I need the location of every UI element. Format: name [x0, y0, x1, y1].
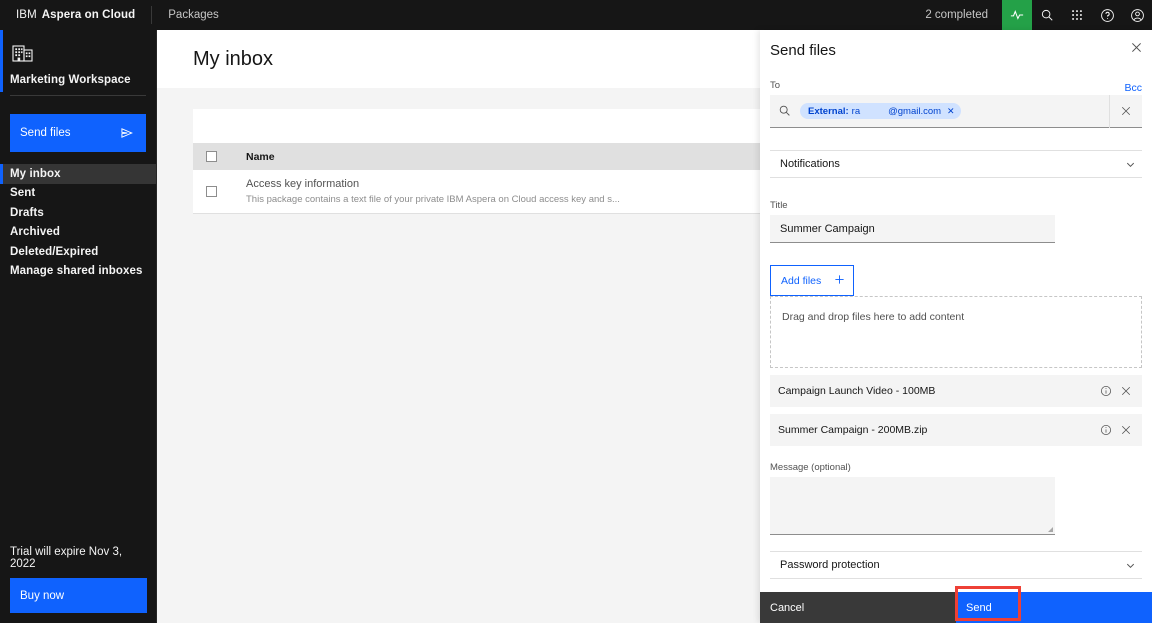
- send-files-button[interactable]: Send files: [10, 114, 146, 152]
- trial-expiry-text: Trial will expire Nov 3, 2022: [10, 546, 123, 570]
- sidebar-nav-list: My inbox Sent Drafts Archived Deleted/Ex…: [0, 164, 156, 281]
- sidebar: Marketing Workspace Send files My inbox …: [0, 30, 157, 623]
- recipient-value-start: ra: [851, 105, 861, 117]
- send-paper-plane-icon: [120, 126, 134, 140]
- send-files-label: Send files: [20, 127, 71, 139]
- sidebar-item-label: Deleted/Expired: [10, 245, 99, 258]
- select-all-cell: [193, 151, 229, 162]
- account-icon[interactable]: [1122, 0, 1152, 30]
- search-icon: [778, 104, 792, 118]
- sidebar-item-deleted-expired[interactable]: Deleted/Expired: [0, 242, 156, 262]
- add-files-button[interactable]: Add files: [770, 265, 854, 296]
- page-title: My inbox: [193, 47, 274, 70]
- send-button[interactable]: Send: [956, 592, 1152, 623]
- sidebar-item-label: Archived: [10, 226, 61, 239]
- file-dropzone[interactable]: Drag and drop files here to add content: [770, 296, 1142, 368]
- buy-now-button[interactable]: Buy now: [10, 578, 147, 613]
- sidebar-item-drafts[interactable]: Drafts: [0, 203, 156, 223]
- info-icon[interactable]: [1096, 385, 1116, 397]
- bcc-button[interactable]: Bcc: [1124, 82, 1142, 94]
- workspace-header[interactable]: Marketing Workspace: [0, 30, 156, 104]
- row-checkbox[interactable]: [205, 186, 217, 197]
- row-name-cell: Access key information This package cont…: [246, 177, 768, 206]
- search-icon[interactable]: [1032, 0, 1062, 30]
- file-name: Summer Campaign - 200MB.zip: [778, 424, 928, 436]
- sidebar-item-label: Sent: [10, 187, 36, 200]
- sidebar-item-label: Drafts: [10, 206, 44, 219]
- sidebar-item-manage-shared-inboxes[interactable]: Manage shared inboxes: [0, 262, 156, 282]
- package-name: Access key information: [246, 177, 360, 190]
- remove-file-icon[interactable]: [1116, 425, 1136, 435]
- recipients-input[interactable]: External: ra @gmail.com ✕: [770, 94, 1142, 128]
- enterprise-building-icon: [10, 40, 36, 66]
- brand-ibm: IBM: [16, 9, 37, 21]
- add-files-label: Add files: [781, 274, 822, 287]
- recipient-prefix: External:: [808, 105, 849, 117]
- unread-indicator-cell: [229, 183, 246, 201]
- chevron-down-icon: [1125, 159, 1136, 170]
- workspace-name: Marketing Workspace: [10, 74, 131, 86]
- title-input[interactable]: Summer Campaign: [770, 215, 1055, 243]
- notifications-accordion[interactable]: Notifications: [770, 150, 1142, 178]
- recipient-value-end: @gmail.com: [888, 105, 942, 117]
- app-switcher-icon[interactable]: [1062, 0, 1092, 30]
- chevron-down-icon: [1125, 560, 1136, 571]
- message-textarea[interactable]: [770, 477, 1055, 535]
- to-row: To Bcc: [770, 80, 1142, 95]
- redaction-block: [861, 108, 888, 116]
- file-name: Campaign Launch Video - 100MB: [778, 385, 936, 397]
- password-protection-label: Password protection: [780, 559, 880, 571]
- send-files-panel: Send files To Bcc External: ra @gmail.co…: [760, 30, 1152, 623]
- sidebar-item-my-inbox[interactable]: My inbox: [0, 164, 156, 184]
- row-select-cell: [193, 186, 229, 197]
- message-label: Message (optional): [770, 462, 851, 473]
- close-icon[interactable]: ✕: [947, 106, 955, 117]
- panel-header: Send files: [760, 30, 1152, 70]
- brand-logo[interactable]: IBM Aspera on Cloud: [0, 0, 151, 30]
- sidebar-item-sent[interactable]: Sent: [0, 184, 156, 204]
- select-all-checkbox[interactable]: [205, 151, 217, 162]
- help-icon[interactable]: [1092, 0, 1122, 30]
- to-label: To: [770, 80, 781, 91]
- transfers-completed-count: 2 completed: [925, 9, 988, 21]
- sidebar-item-label: My inbox: [10, 167, 61, 180]
- column-header-name[interactable]: Name: [246, 151, 768, 163]
- clear-recipients-button[interactable]: [1109, 94, 1142, 128]
- info-icon[interactable]: [1096, 424, 1116, 436]
- title-label: Title: [770, 200, 788, 211]
- sidebar-item-archived[interactable]: Archived: [0, 223, 156, 243]
- cancel-button[interactable]: Cancel: [760, 592, 956, 623]
- remove-file-icon[interactable]: [1116, 386, 1136, 396]
- sidebar-divider: [10, 95, 146, 96]
- trial-section: Trial will expire Nov 3, 2022 Buy now: [0, 546, 157, 623]
- activity-icon[interactable]: [1002, 0, 1032, 30]
- panel-body: To Bcc External: ra @gmail.com ✕ Notific…: [760, 70, 1152, 592]
- panel-title: Send files: [770, 41, 836, 59]
- close-icon[interactable]: [1128, 39, 1144, 55]
- package-description: This package contains a text file of you…: [246, 193, 620, 205]
- plus-icon: [834, 274, 845, 288]
- nav-packages[interactable]: Packages: [152, 0, 235, 30]
- password-protection-accordion[interactable]: Password protection: [770, 551, 1142, 579]
- recipient-chip[interactable]: External: ra @gmail.com ✕: [800, 103, 961, 119]
- file-list-item: Summer Campaign - 200MB.zip: [770, 414, 1142, 446]
- notifications-label: Notifications: [780, 158, 840, 170]
- panel-footer: Cancel Send: [760, 592, 1152, 623]
- file-list-item: Campaign Launch Video - 100MB: [770, 375, 1142, 407]
- top-navigation-bar: IBM Aspera on Cloud Packages 2 completed: [0, 0, 1152, 30]
- brand-product: Aspera on Cloud: [41, 9, 136, 21]
- sidebar-item-label: Manage shared inboxes: [10, 265, 143, 278]
